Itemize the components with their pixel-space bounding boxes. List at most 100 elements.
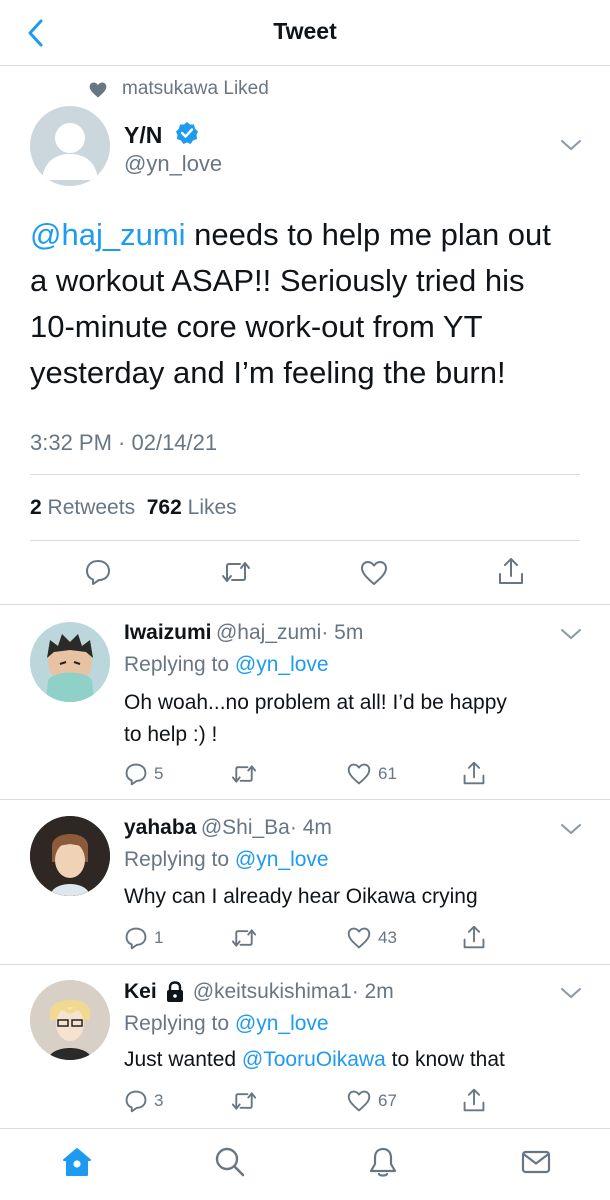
likes-stat[interactable]: 762 Likes	[147, 496, 237, 519]
author-handle[interactable]: @yn_love	[124, 151, 222, 177]
reply-options-button[interactable]	[560, 822, 582, 836]
tweet-text-line: a workout ASAP!! Seriously tried his	[30, 263, 525, 298]
likes-label: Likes	[187, 496, 237, 519]
divider	[0, 604, 610, 605]
heart-icon	[347, 763, 371, 785]
liked-indicator-icon	[88, 80, 108, 100]
tab-search[interactable]	[213, 1145, 247, 1179]
reply-retweet-button[interactable]	[230, 1089, 258, 1113]
reply-count: 3	[154, 1091, 164, 1110]
reply-author-handle[interactable]: @keitsukishima1	[193, 980, 352, 1003]
tweet-timestamp: 3:32 PM · 02/14/21	[30, 430, 218, 455]
divider	[0, 1128, 610, 1129]
reply-text-segment: Just wanted	[124, 1048, 242, 1071]
reply-share-button[interactable]	[462, 1087, 486, 1113]
tweet-options-button[interactable]	[560, 138, 582, 152]
like-count: 67	[378, 1091, 397, 1110]
reply-time: · 5m	[321, 621, 364, 644]
share-icon	[463, 925, 485, 949]
retweet-button[interactable]	[220, 558, 252, 586]
chevron-down-icon	[561, 629, 581, 640]
mention-link[interactable]: @TooruOikawa	[242, 1048, 386, 1071]
replying-to-prefix: Replying to	[124, 848, 230, 871]
chevron-down-icon	[561, 988, 581, 999]
reply-button[interactable]	[84, 558, 112, 586]
replying-to-prefix: Replying to	[124, 653, 230, 676]
liked-by-text: matsukawa Liked	[122, 78, 269, 99]
reply-text-line: to help :) !	[124, 723, 218, 746]
reply-options-button[interactable]	[560, 986, 582, 1000]
chevron-down-icon	[561, 824, 581, 835]
reply-comment-button[interactable]: 3	[124, 1089, 163, 1113]
reply-count: 1	[154, 928, 164, 947]
tweet-text-line: 10-minute core work-out from YT	[30, 309, 483, 344]
reply-author-name[interactable]: yahaba	[124, 816, 196, 839]
reply-share-button[interactable]	[462, 760, 486, 786]
reply-retweet-button[interactable]	[230, 926, 258, 950]
replying-to: Replying to @yn_love	[124, 1008, 329, 1040]
reply-text: Just wanted @TooruOikawa to know that	[124, 1044, 505, 1076]
tweet-text-line: yesterday and I’m feeling the burn!	[30, 355, 506, 390]
retweet-icon	[231, 929, 257, 947]
reply-retweet-button[interactable]	[230, 762, 258, 786]
reply-time: · 2m	[351, 980, 394, 1003]
replying-to-link[interactable]: @yn_love	[235, 1012, 329, 1035]
retweet-icon	[231, 765, 257, 783]
reply-like-button[interactable]: 43	[346, 926, 397, 950]
replying-to: Replying to @yn_love	[124, 649, 329, 681]
comment-icon	[86, 560, 110, 585]
like-button[interactable]	[359, 559, 389, 587]
home-icon	[63, 1148, 91, 1176]
replying-to-link[interactable]: @yn_love	[235, 653, 329, 676]
reply-like-button[interactable]: 67	[346, 1089, 397, 1113]
verified-badge-icon	[175, 121, 199, 145]
comment-icon	[125, 1090, 147, 1113]
author-name[interactable]: Y/N	[124, 122, 162, 149]
retweets-count: 2	[30, 496, 42, 519]
reply-avatar[interactable]	[30, 622, 110, 702]
replying-to: Replying to @yn_love	[124, 844, 329, 876]
share-button[interactable]	[497, 556, 525, 586]
retweets-stat[interactable]: 2 Retweets	[30, 496, 135, 519]
avatar-image-icon	[30, 816, 110, 896]
reply-comment-button[interactable]: 5	[124, 762, 163, 786]
share-icon	[463, 1088, 485, 1112]
mention-link[interactable]: @haj_zumi	[30, 217, 186, 252]
tab-messages[interactable]	[519, 1145, 553, 1179]
reply-avatar[interactable]	[30, 980, 110, 1060]
reply-header: yahaba @Shi_Ba· 4m	[124, 816, 332, 840]
reply-text-line: Oh woah...no problem at all! I’d be happ…	[124, 691, 507, 714]
share-icon	[499, 558, 523, 584]
divider	[0, 799, 610, 800]
divider	[0, 65, 610, 66]
reply-like-button[interactable]: 61	[346, 762, 397, 786]
reply-author-handle[interactable]: @haj_zumi	[216, 621, 321, 644]
replying-to-link[interactable]: @yn_love	[235, 848, 329, 871]
reply-avatar[interactable]	[30, 816, 110, 896]
retweet-icon	[222, 562, 250, 582]
reply-author-name[interactable]: Iwaizumi	[124, 621, 212, 644]
reply-share-button[interactable]	[462, 924, 486, 950]
divider	[30, 540, 580, 541]
bell-icon	[369, 1147, 397, 1177]
reply-header: Iwaizumi @haj_zumi· 5m	[124, 621, 363, 645]
avatar[interactable]	[30, 106, 110, 186]
reply-comment-button[interactable]: 1	[124, 926, 163, 950]
comment-icon	[125, 927, 147, 950]
tweet-text: @haj_zumi needs to help me plan out a wo…	[30, 212, 590, 396]
reply-time: · 4m	[289, 816, 332, 839]
reply-options-button[interactable]	[560, 627, 582, 641]
reply-text: Why can I already hear Oikawa crying	[124, 885, 478, 908]
tweet-text-line: needs to help me plan out	[185, 217, 551, 252]
like-count: 43	[378, 928, 397, 947]
retweet-icon	[231, 1092, 257, 1110]
tab-notifications[interactable]	[366, 1145, 400, 1179]
tab-home[interactable]	[60, 1145, 94, 1179]
lock-icon	[166, 981, 183, 1002]
reply-text: Oh woah...no problem at all! I’d be happ…	[124, 687, 507, 751]
reply-author-name[interactable]: Kei	[124, 980, 157, 1004]
reply-count: 5	[154, 764, 164, 783]
heart-icon	[347, 927, 371, 949]
default-avatar-icon	[42, 123, 98, 180]
reply-author-handle[interactable]: @Shi_Ba	[201, 816, 290, 839]
